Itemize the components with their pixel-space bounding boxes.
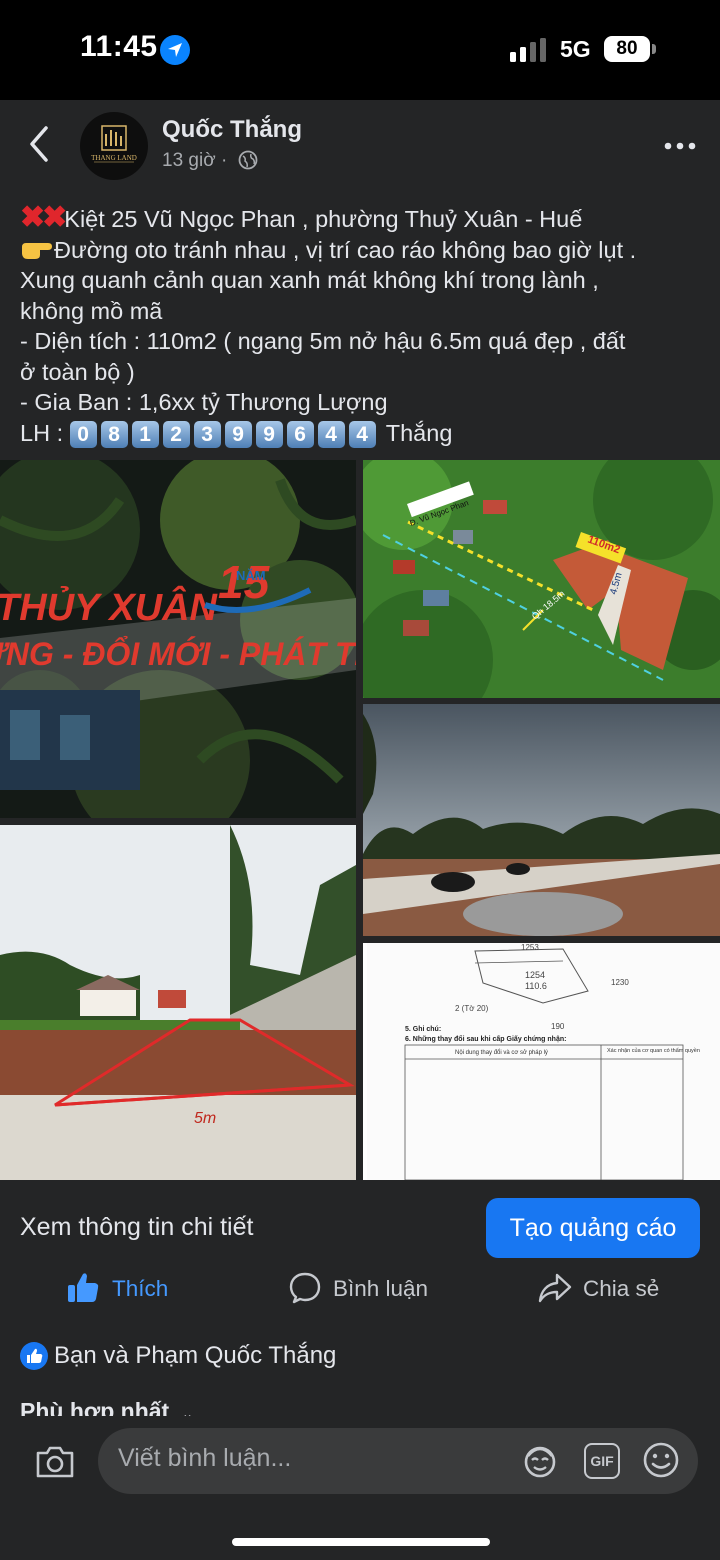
phone-digit: 6 — [286, 420, 314, 448]
author-avatar[interactable]: THANG LAND — [80, 112, 148, 180]
network-type: 5G — [560, 36, 591, 62]
phone-digit: 1 — [131, 420, 159, 448]
phone-digit: 9 — [255, 420, 283, 448]
banner-title: THỦY XUÂN — [0, 585, 219, 629]
share-button[interactable]: Chia sẻ — [538, 1266, 668, 1312]
thang-land-logo — [94, 125, 134, 163]
battery-indicator: 80 — [604, 36, 650, 62]
adjacent-plot: 1230 — [611, 978, 629, 987]
post-line-3: Xung quanh cảnh quan xanh mát không khí … — [20, 267, 599, 293]
avatar-sticker-icon[interactable] — [520, 1440, 560, 1480]
share-label: Chia sẻ — [583, 1276, 660, 1301]
like-button[interactable]: Thích — [66, 1266, 196, 1312]
width-annotation: 5m — [194, 1110, 216, 1127]
post-contact-line[interactable]: LH : 0812399644 Thắng — [20, 418, 710, 449]
banner-slogan: ỰNG - ĐỔI MỚI - PHÁT TRIỂ — [0, 636, 356, 672]
status-time: 11:45 — [80, 30, 158, 63]
contact-prefix: LH : — [20, 419, 64, 446]
battery-cap — [652, 44, 656, 54]
post-line-7: - Gia Ban : 1,6xx tỷ Thương Lượng — [20, 389, 388, 415]
globe-icon — [238, 150, 258, 170]
post-line-2: Đường oto tránh nhau , vị trí cao ráo kh… — [20, 235, 710, 266]
create-ad-button[interactable]: Tạo quảng cáo — [486, 1198, 700, 1258]
post-photo-1[interactable]: THỦY XUÂN ỰNG - ĐỔI MỚI - PHÁT TRIỂ 15 N… — [0, 460, 356, 818]
comment-bubble-icon — [289, 1272, 321, 1304]
phone-digit: 2 — [162, 420, 190, 448]
status-bar: 11:45 5G 80 — [0, 0, 720, 100]
comment-label: Bình luận — [333, 1276, 429, 1301]
camera-icon[interactable] — [34, 1444, 76, 1480]
like-label: Thích — [112, 1276, 169, 1301]
reaction-text: Bạn và Phạm Quốc Thắng — [54, 1342, 337, 1369]
phone-digit: 4 — [317, 420, 345, 448]
pointing-hand-icon — [20, 237, 54, 261]
post-line-1: ✖✖Kiệt 25 Vũ Ngọc Phan , phường Thuỷ Xuâ… — [20, 201, 710, 235]
doc-column-2: Xác nhận của cơ quan có thẩm quyền — [607, 1047, 700, 1054]
post-line-4: không mồ mã — [20, 297, 163, 324]
plot-number-2: 1254 — [525, 970, 545, 980]
share-arrow-icon — [538, 1273, 572, 1303]
cross-mark-icon: ✖✖ — [20, 201, 67, 234]
map-sheet: 2 (Tờ 20) — [455, 1004, 489, 1013]
post-photo-3[interactable] — [363, 704, 720, 936]
plot-area: 110.6 — [525, 981, 547, 991]
phone-digit: 9 — [224, 420, 252, 448]
avatar-brand-text: THANG LAND — [91, 154, 137, 162]
post-photo-5[interactable]: 1253 1254 110.6 1230 2 (Tờ 20) 190 5. Gh… — [363, 943, 720, 1180]
doc-column-1: Nội dung thay đổi và cơ sở pháp lý — [455, 1049, 548, 1056]
back-button[interactable] — [22, 122, 56, 166]
phone-digit: 8 — [100, 420, 128, 448]
more-options-button[interactable] — [660, 136, 700, 156]
post-photo-2[interactable]: Đ. Vũ Ngọc Phan 110m2 4.5m Qh 18.5m — [363, 460, 720, 698]
anniversary-label: NĂM — [236, 568, 266, 583]
phone-digit: 3 — [193, 420, 221, 448]
gif-icon[interactable]: GIF — [584, 1443, 620, 1479]
post-photo-4[interactable]: 5m — [0, 825, 356, 1180]
phone-digit: 4 — [348, 420, 376, 448]
contact-name: Thắng — [385, 419, 453, 446]
post-body: ✖✖Kiệt 25 Vũ Ngọc Phan , phường Thuỷ Xuâ… — [20, 201, 710, 449]
post-line-6: ở toàn bộ ) — [20, 358, 135, 385]
post-line-2-text: Đường oto tránh nhau , vị trí cao ráo kh… — [54, 236, 637, 263]
signal-icon — [510, 38, 546, 62]
comment-button[interactable]: Bình luận — [288, 1266, 448, 1312]
map-number: 190 — [551, 1022, 565, 1031]
doc-note-heading: 5. Ghi chú: — [405, 1026, 441, 1033]
home-indicator[interactable] — [232, 1538, 490, 1546]
post-line-1-text: Kiệt 25 Vũ Ngọc Phan , phường Thuỷ Xuân … — [64, 206, 583, 232]
like-reaction-icon — [20, 1342, 48, 1370]
author-name[interactable]: Quốc Thắng — [162, 116, 302, 144]
view-details-link[interactable]: Xem thông tin chi tiết — [20, 1213, 253, 1242]
location-arrow-icon — [160, 35, 190, 65]
post-time-text: 13 giờ — [162, 150, 216, 171]
doc-changes-heading: 6. Những thay đổi sau khi cấp Giấy chứng… — [405, 1035, 566, 1043]
emoji-icon[interactable] — [641, 1440, 681, 1480]
post-line-5: - Diện tích : 110m2 ( ngang 5m nở hậu 6.… — [20, 328, 626, 354]
phone-digit: 0 — [69, 420, 97, 448]
post-time: 13 giờ · — [162, 150, 228, 171]
thumbs-up-icon — [68, 1273, 99, 1302]
plot-number-1: 1253 — [521, 943, 539, 952]
comment-placeholder: Viết bình luận... — [118, 1444, 292, 1472]
phone-number[interactable]: 0812399644 — [69, 420, 380, 448]
